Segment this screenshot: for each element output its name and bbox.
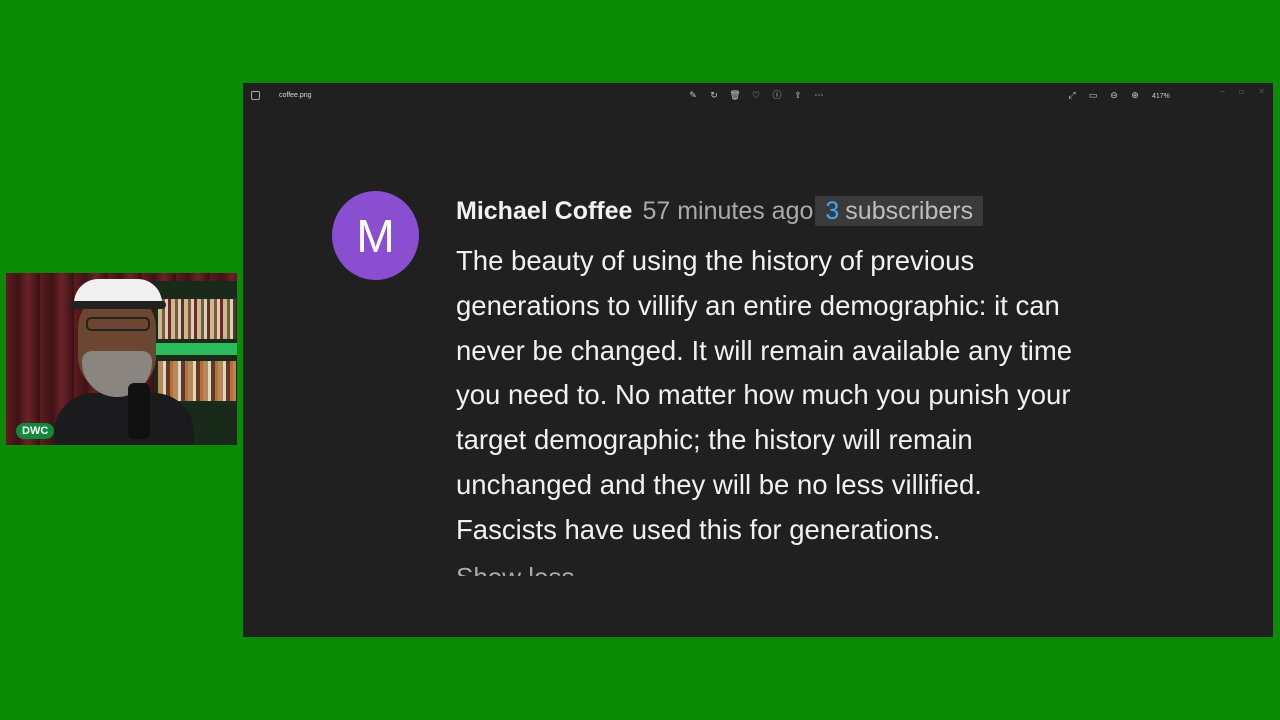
zoom-level[interactable]: 417% <box>1152 93 1170 100</box>
image-viewer-window: coffee.png ✎ ↻ 🗑 ♡ ⓘ ⇪ ⋯ ⤢ ▭ ⊖ ⊕ 417% ─ … <box>243 83 1273 637</box>
zoom-in-icon[interactable]: ⊕ <box>1129 90 1141 102</box>
comment-text: The beauty of using the history of previ… <box>456 245 1073 545</box>
webcam-label: DWC <box>16 423 55 439</box>
viewer-titlebar: coffee.png ✎ ↻ 🗑 ♡ ⓘ ⇪ ⋯ ⤢ ▭ ⊖ ⊕ 417% ─ … <box>243 83 1273 109</box>
favorite-icon[interactable]: ♡ <box>750 90 762 102</box>
file-name: coffee.png <box>279 92 312 99</box>
presenter-cap <box>70 279 166 309</box>
viewer-zoom-controls: ⤢ ▭ ⊖ ⊕ 417% <box>1066 90 1170 102</box>
comment-author[interactable]: Michael Coffee <box>456 197 632 226</box>
minimize-icon[interactable]: ─ <box>1220 87 1225 96</box>
viewer-toolbar: ✎ ↻ 🗑 ♡ ⓘ ⇪ ⋯ <box>687 90 825 102</box>
presenter-glasses <box>86 317 150 331</box>
info-icon[interactable]: ⓘ <box>771 90 783 102</box>
show-less-label[interactable]: Show less <box>456 563 575 576</box>
presenter-body <box>54 393 194 445</box>
edit-icon[interactable]: ✎ <box>687 90 699 102</box>
close-icon[interactable]: ✕ <box>1258 87 1265 96</box>
show-less-link[interactable]: Show less <box>456 563 575 576</box>
fullscreen-icon[interactable]: ⤢ <box>1066 90 1078 102</box>
rotate-icon[interactable]: ↻ <box>708 90 720 102</box>
delete-icon[interactable]: 🗑 <box>729 90 741 102</box>
microphone <box>128 383 150 439</box>
fit-icon[interactable]: ▭ <box>1087 90 1099 102</box>
comment-header: Michael Coffee 57 minutes ago 3 subscrib… <box>456 196 984 226</box>
webcam-overlay: DWC <box>6 273 237 445</box>
subscriber-label: subscribers <box>845 196 974 225</box>
zoom-out-icon[interactable]: ⊖ <box>1108 90 1120 102</box>
maximize-icon[interactable]: ▫ <box>1239 87 1244 96</box>
comment-time[interactable]: 57 minutes ago <box>642 197 813 226</box>
subscriber-badge: 3 subscribers <box>815 196 984 226</box>
share-icon[interactable]: ⇪ <box>792 90 804 102</box>
subscriber-count: 3 <box>825 196 840 225</box>
app-icon <box>251 91 260 100</box>
window-controls: ─ ▫ ✕ <box>1220 87 1265 96</box>
avatar[interactable]: M <box>332 191 419 280</box>
more-icon[interactable]: ⋯ <box>813 90 825 102</box>
